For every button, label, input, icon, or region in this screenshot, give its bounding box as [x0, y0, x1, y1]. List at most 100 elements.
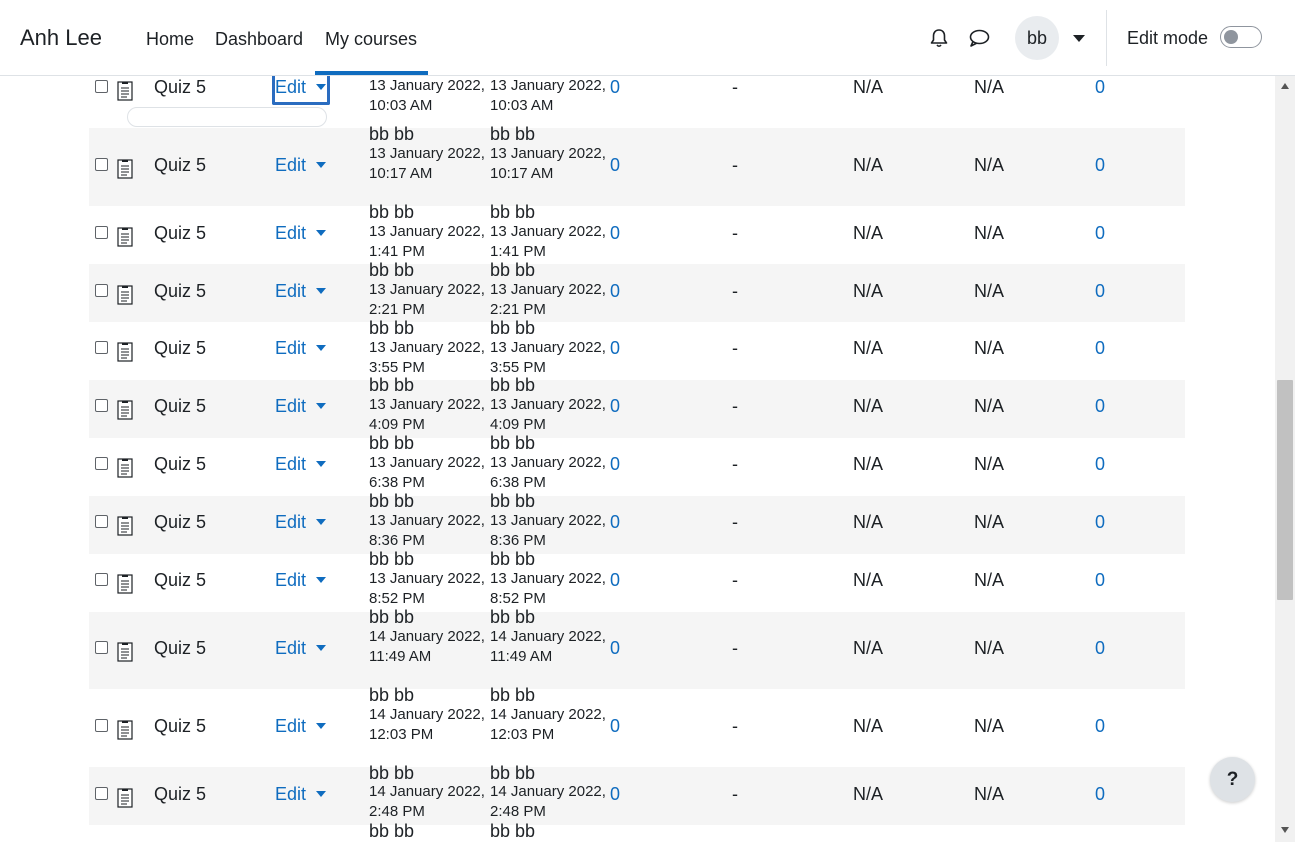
chevron-down-icon[interactable] [316, 403, 326, 409]
scrollbar-thumb[interactable] [1277, 380, 1293, 600]
row-select-checkbox[interactable] [95, 399, 108, 412]
chevron-down-icon[interactable] [316, 645, 326, 651]
caret-down-icon[interactable] [1073, 35, 1085, 42]
modified-date: 13 January 2022, 8:52 PM [490, 570, 606, 607]
quiz-name[interactable]: Quiz 5 [154, 784, 206, 805]
edit-menu-button[interactable]: Edit [275, 570, 306, 591]
count-link[interactable]: 0 [1095, 223, 1105, 244]
quiz-name[interactable]: Quiz 5 [154, 281, 206, 302]
quiz-name[interactable]: Quiz 5 [154, 338, 206, 359]
count-link[interactable]: 0 [610, 223, 620, 244]
chevron-down-icon[interactable] [316, 723, 326, 729]
count-link[interactable]: 0 [610, 338, 620, 359]
user-avatar[interactable]: bb [1015, 16, 1059, 60]
scroll-up-arrow-icon[interactable] [1281, 83, 1289, 89]
chevron-down-icon[interactable] [316, 230, 326, 236]
count-link[interactable]: 0 [1095, 512, 1105, 533]
row-select-checkbox[interactable] [95, 341, 108, 354]
edit-menu-button[interactable]: Edit [275, 338, 306, 359]
count-link[interactable]: 0 [610, 512, 620, 533]
chat-bubble-icon[interactable] [968, 27, 990, 49]
count-link[interactable]: 0 [610, 396, 620, 417]
edit-menu-button[interactable]: Edit [275, 155, 306, 176]
edit-focus-ring [272, 75, 330, 105]
site-brand[interactable]: Anh Lee [20, 25, 102, 51]
bell-icon[interactable] [928, 27, 950, 49]
edit-menu-button[interactable]: Edit [275, 784, 306, 805]
edit-menu-button[interactable]: Edit [275, 716, 306, 737]
edit-mode-toggle[interactable] [1220, 26, 1262, 48]
chevron-down-icon[interactable] [316, 162, 326, 168]
count-link[interactable]: 0 [610, 454, 620, 475]
chevron-down-icon[interactable] [316, 791, 326, 797]
modified-by: bb bb [369, 821, 415, 841]
row-select-checkbox[interactable] [95, 226, 108, 239]
row-select-checkbox[interactable] [95, 158, 108, 171]
dash-value: - [732, 338, 738, 358]
chevron-down-icon[interactable] [316, 577, 326, 583]
quiz-name[interactable]: Quiz 5 [154, 77, 206, 98]
count-link[interactable]: 0 [610, 638, 620, 659]
row-select-checkbox[interactable] [95, 457, 108, 470]
count-link[interactable]: 0 [1095, 570, 1105, 591]
quiz-name[interactable]: Quiz 5 [154, 223, 206, 244]
quiz-name[interactable]: Quiz 5 [154, 570, 206, 591]
chevron-down-icon[interactable] [316, 519, 326, 525]
edit-menu-button[interactable]: Edit [275, 512, 306, 533]
count-link[interactable]: 0 [1095, 396, 1105, 417]
table-row: Quiz 5 Edit bb bb bb bb 13 January 2022, 3:5… [89, 318, 1185, 380]
quiz-name[interactable]: Quiz 5 [154, 454, 206, 475]
row-select-checkbox[interactable] [95, 515, 108, 528]
count-link[interactable]: 0 [610, 784, 620, 805]
nav-home[interactable]: Home [146, 29, 194, 50]
edit-menu-button[interactable]: Edit [275, 638, 306, 659]
edit-menu-button[interactable]: Edit [275, 281, 306, 302]
row-select-checkbox[interactable] [95, 787, 108, 800]
quiz-name[interactable]: Quiz 5 [154, 155, 206, 176]
modified-by: bb bb [369, 549, 415, 569]
na-value: N/A [853, 338, 884, 358]
chevron-down-icon[interactable] [316, 288, 326, 294]
scroll-down-arrow-icon[interactable] [1281, 827, 1289, 833]
count-link[interactable]: 0 [610, 281, 620, 302]
count-link[interactable]: 0 [610, 77, 620, 98]
inline-input[interactable] [127, 107, 327, 127]
count-link[interactable]: 0 [1095, 716, 1105, 737]
modified-by: bb bb [490, 549, 536, 569]
count-link[interactable]: 0 [1095, 784, 1105, 805]
row-select-checkbox[interactable] [95, 719, 108, 732]
table-row: Quiz 5 Edit bb bb bb bb 13 January 2022, 2:2… [89, 260, 1185, 322]
row-select-checkbox[interactable] [95, 573, 108, 586]
row-select-checkbox[interactable] [95, 284, 108, 297]
table-row: Quiz 5 Edit bb bb bb bb 13 January 2022, 1:4… [89, 202, 1185, 264]
edit-menu-button[interactable]: Edit [275, 396, 306, 417]
modified-by: bb bb [369, 318, 415, 338]
count-link[interactable]: 0 [1095, 454, 1105, 475]
count-link[interactable]: 0 [610, 716, 620, 737]
count-link[interactable]: 0 [1095, 155, 1105, 176]
edit-menu-button[interactable]: Edit [275, 223, 306, 244]
nav-dashboard[interactable]: Dashboard [215, 29, 303, 50]
help-button[interactable]: ? [1210, 757, 1255, 802]
row-select-checkbox[interactable] [95, 80, 108, 93]
count-link[interactable]: 0 [1095, 281, 1105, 302]
nav-my-courses[interactable]: My courses [325, 29, 417, 50]
count-link[interactable]: 0 [1095, 77, 1105, 98]
count-link[interactable]: 0 [610, 570, 620, 591]
count-link[interactable]: 0 [610, 155, 620, 176]
quiz-name[interactable]: Quiz 5 [154, 716, 206, 737]
row-select-checkbox[interactable] [95, 641, 108, 654]
quiz-name[interactable]: Quiz 5 [154, 638, 206, 659]
dash-value: - [732, 281, 738, 301]
vertical-scrollbar[interactable] [1275, 75, 1295, 842]
edit-menu-button[interactable]: Edit [275, 454, 306, 475]
quiz-name[interactable]: Quiz 5 [154, 512, 206, 533]
created-date: 14 January 2022, 12:03 PM [369, 706, 485, 743]
count-link[interactable]: 0 [1095, 638, 1105, 659]
quiz-name[interactable]: Quiz 5 [154, 396, 206, 417]
modified-by: bb bb [490, 433, 536, 453]
active-nav-indicator [315, 71, 428, 75]
chevron-down-icon[interactable] [316, 345, 326, 351]
count-link[interactable]: 0 [1095, 338, 1105, 359]
chevron-down-icon[interactable] [316, 461, 326, 467]
